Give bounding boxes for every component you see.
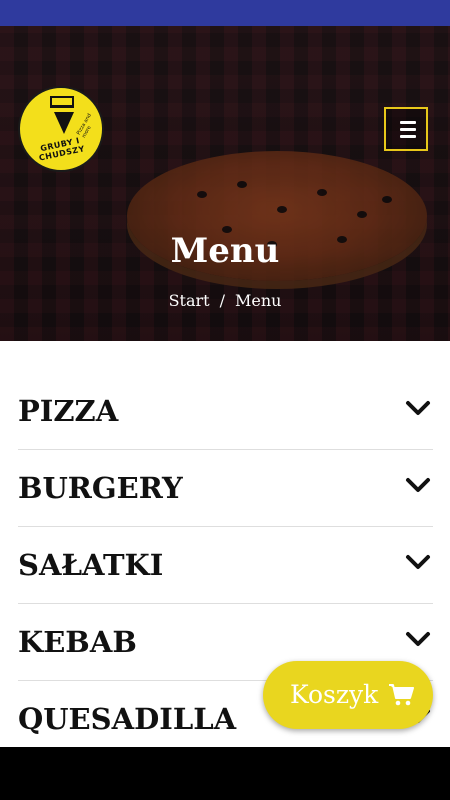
category-label: BURGERY xyxy=(18,471,183,505)
chevron-down-icon xyxy=(406,401,430,415)
shopping-cart-icon xyxy=(389,684,414,706)
category-row-salatki[interactable]: SAŁATKI xyxy=(18,527,433,604)
cart-button[interactable]: Koszyk xyxy=(263,661,433,729)
category-label: QUESADILLA xyxy=(18,702,237,736)
status-bar xyxy=(0,0,450,26)
category-row-burgery[interactable]: BURGERY xyxy=(18,450,433,527)
category-label: SAŁATKI xyxy=(18,548,164,582)
chevron-down-icon xyxy=(406,478,430,492)
hero-banner: Pizza and more GRUBY I CHUDSZY Menu Star… xyxy=(0,26,450,341)
category-label: KEBAB xyxy=(18,625,137,659)
category-label: PIZZA xyxy=(18,394,119,428)
hamburger-menu-button[interactable] xyxy=(384,107,428,151)
category-row-pizza[interactable]: PIZZA xyxy=(18,373,433,450)
cart-label: Koszyk xyxy=(290,680,379,709)
breadcrumb-separator: / xyxy=(219,291,225,310)
crown-icon xyxy=(50,96,74,108)
pizza-slice-icon xyxy=(54,112,74,134)
chevron-down-icon xyxy=(406,555,430,569)
hamburger-icon xyxy=(400,121,416,124)
brand-logo[interactable]: Pizza and more GRUBY I CHUDSZY xyxy=(18,86,104,172)
chevron-down-icon xyxy=(406,632,430,646)
navigation-bar xyxy=(0,747,450,800)
breadcrumb: Start / Menu xyxy=(0,291,450,310)
breadcrumb-current: Menu xyxy=(234,291,282,310)
page-title: Menu xyxy=(170,231,280,271)
breadcrumb-home-link[interactable]: Start xyxy=(169,291,210,310)
